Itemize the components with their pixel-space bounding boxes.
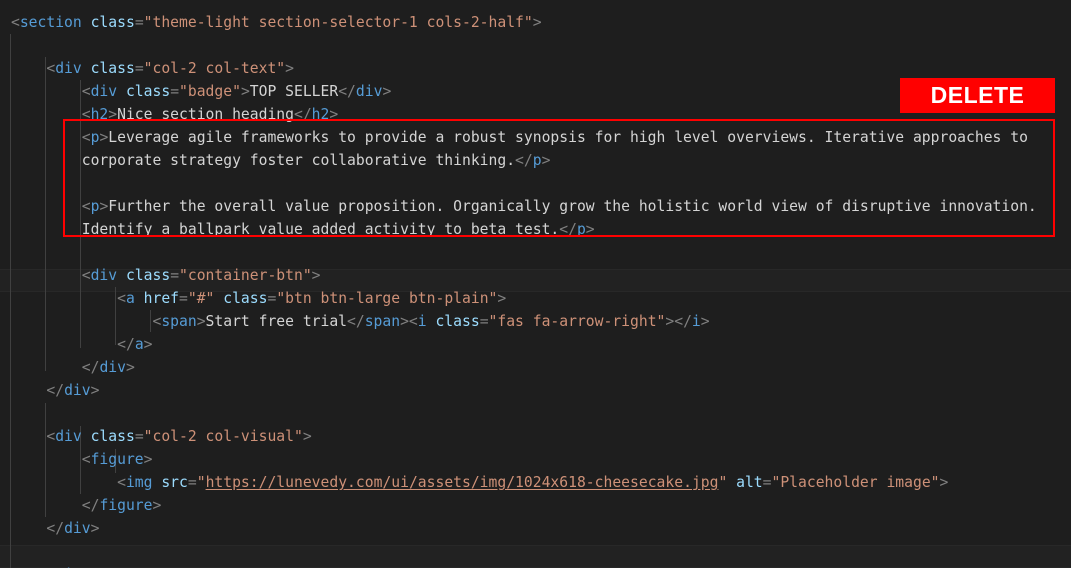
- code-editor[interactable]: <section class="theme-light section-sele…: [0, 0, 1071, 568]
- code-line: <figure>: [81, 451, 153, 468]
- code-line: <span>Start free trial</span><i class="f…: [152, 313, 710, 330]
- code-line: </figure>: [81, 497, 162, 514]
- code-line: <a href="#" class="btn btn-large btn-pla…: [117, 290, 507, 307]
- code-content[interactable]: <section class="theme-light section-sele…: [0, 0, 1037, 568]
- code-line: <p>Leverage agile frameworks to provide …: [81, 129, 1028, 146]
- code-line: <img src="https://lunevedy.com/ui/assets…: [117, 474, 949, 491]
- code-line: <div class="container-btn">: [81, 267, 321, 284]
- code-line: <section class="theme-light section-sele…: [11, 14, 542, 31]
- image-url-link[interactable]: https://lunevedy.com/ui/assets/img/1024x…: [206, 474, 719, 491]
- code-line: <div class="badge">TOP SELLER</div>: [81, 83, 392, 100]
- code-line: <h2>Nice section heading</h2>: [81, 106, 339, 123]
- code-line: </a>: [117, 336, 153, 353]
- code-line: <p>Further the overall value proposition…: [81, 198, 1037, 215]
- delete-button[interactable]: DELETE: [900, 78, 1055, 113]
- code-line: <div class="col-2 col-text">: [46, 60, 294, 77]
- code-line: Identify a ballpark value added activity…: [81, 221, 595, 238]
- code-line: <div class="col-2 col-visual">: [46, 428, 312, 445]
- code-line: </div>: [46, 520, 100, 537]
- code-line: corporate strategy foster collaborative …: [81, 152, 551, 169]
- code-line: </section>: [0, 563, 1037, 568]
- code-line: </div>: [46, 382, 100, 399]
- code-line: </div>: [81, 359, 135, 376]
